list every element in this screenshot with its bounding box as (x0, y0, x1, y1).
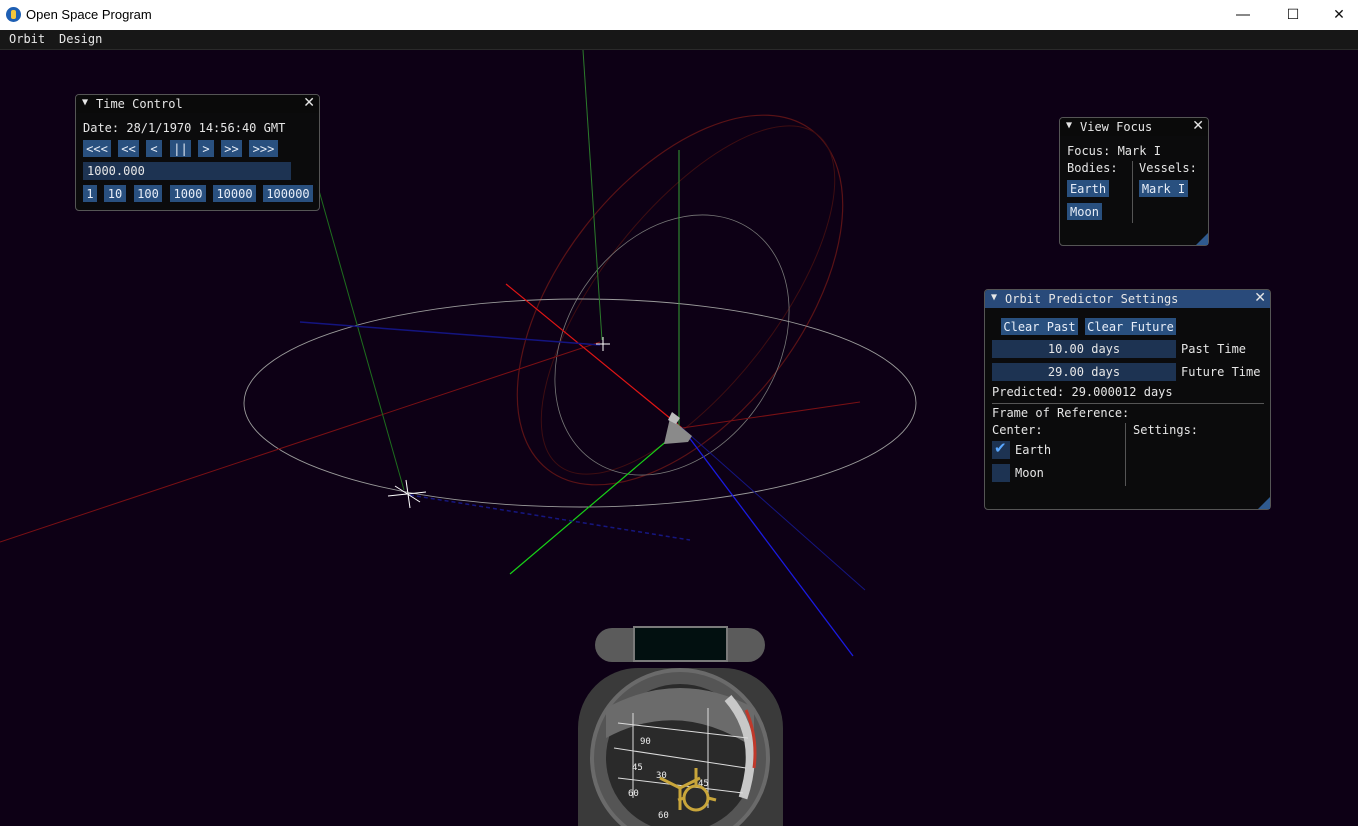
menu-orbit[interactable]: Orbit (9, 32, 45, 46)
collapse-arrow-icon[interactable]: ▼ (991, 292, 997, 303)
app-logo-icon (6, 7, 21, 22)
bodies-label: Bodies: (1067, 161, 1118, 175)
axis-z-blue (681, 427, 854, 657)
warp-preset-1-button[interactable]: 1 (83, 185, 97, 202)
close-icon[interactable]: ✕ (303, 95, 315, 111)
time-control-titlebar[interactable]: ▼ Time Control ✕ (76, 95, 319, 113)
separator (992, 403, 1264, 404)
menu-design[interactable]: Design (59, 32, 102, 46)
warp-preset-100000-button[interactable]: 100000 (263, 185, 313, 202)
axis-z-blue-front (409, 494, 691, 541)
minimize-icon: ― (1236, 7, 1250, 23)
body-earth-button[interactable]: Earth (1067, 180, 1109, 197)
center-label: Center: (992, 423, 1043, 437)
window-title: Open Space Program (26, 7, 152, 22)
menu-bar: Orbit Design (0, 30, 1358, 50)
fast-forward-max-button[interactable]: >>> (249, 140, 278, 157)
future-time-label: Future Time (1181, 365, 1261, 379)
future-time-input[interactable]: 29.00 days (992, 363, 1176, 381)
vessel-model (664, 418, 692, 444)
close-icon: ✕ (1333, 7, 1345, 23)
window-titlebar[interactable]: Open Space Program ― ☐ ✕ (0, 0, 1358, 30)
rewind-fast-button[interactable]: <<< (83, 140, 111, 157)
body-moon-button[interactable]: Moon (1067, 203, 1102, 220)
axis-z-blue-back (299, 321, 601, 346)
warp-preset-10-button[interactable]: 10 (104, 185, 126, 202)
warp-value-input[interactable]: 1000.000 (83, 162, 291, 180)
checkmark-icon: ✔ (994, 439, 1007, 457)
moon-marker (596, 337, 610, 351)
step-back-button[interactable]: < (146, 140, 162, 157)
view-focus-titlebar[interactable]: ▼ View Focus ✕ (1060, 118, 1208, 136)
close-window-button[interactable]: ✕ (1316, 0, 1358, 30)
clear-future-button[interactable]: Clear Future (1085, 318, 1176, 335)
center-earth-label: Earth (1015, 443, 1052, 457)
close-icon[interactable]: ✕ (1254, 290, 1266, 306)
navball-instrument: 90 45 30 60 45 60 30 (578, 626, 783, 826)
vessels-label: Vessels: (1139, 161, 1197, 175)
axis-x-red-far (0, 341, 601, 543)
clear-past-button[interactable]: Clear Past (1001, 318, 1078, 335)
axis-y-green-far (582, 50, 603, 341)
fast-forward-button[interactable]: >> (221, 140, 242, 157)
vessel-orbit-path (554, 214, 790, 476)
axis-y-green-side (315, 179, 405, 491)
moon-orbit-path (516, 114, 844, 486)
center-earth-checkbox[interactable]: ✔ (992, 439, 1010, 459)
resize-grip-icon[interactable] (1196, 233, 1208, 245)
past-time-input[interactable]: 10.00 days (992, 340, 1176, 358)
center-moon-label: Moon (1015, 466, 1044, 480)
center-moon-checkbox[interactable] (992, 464, 1010, 482)
resize-grip-icon[interactable] (1258, 497, 1270, 509)
navball-sphere: 90 45 30 60 45 60 30 (590, 668, 770, 826)
orbit-predictor-titlebar[interactable]: ▼ Orbit Predictor Settings ✕ (985, 290, 1270, 308)
column-divider (1125, 423, 1126, 486)
collapse-arrow-icon[interactable]: ▼ (82, 97, 88, 108)
warp-preset-1000-button[interactable]: 1000 (170, 185, 206, 202)
column-divider (1132, 161, 1133, 223)
earth-orbit-path (243, 298, 917, 508)
warp-preset-10000-button[interactable]: 10000 (213, 185, 256, 202)
frame-of-reference-label: Frame of Reference: (992, 406, 1130, 420)
past-time-label: Past Time (1181, 342, 1247, 356)
view-focus-panel[interactable]: ▼ View Focus ✕ Focus: Mark I Bodies: Ves… (1059, 117, 1209, 246)
axis-y-green-near (509, 427, 683, 575)
earth-marker (387, 479, 427, 509)
warp-preset-100-button[interactable]: 100 (134, 185, 162, 202)
step-forward-button[interactable]: > (198, 140, 214, 157)
close-icon[interactable]: ✕ (1192, 118, 1204, 134)
maximize-icon: ☐ (1286, 7, 1300, 23)
pause-button[interactable]: || (170, 140, 191, 157)
focus-readout: Focus: Mark I (1067, 144, 1161, 158)
navball-label-60b: 60 (658, 811, 669, 821)
maximize-button[interactable]: ☐ (1270, 0, 1316, 30)
rewind-button[interactable]: << (118, 140, 139, 157)
navball-label-60: 60 (628, 789, 639, 799)
predicted-readout: Predicted: 29.000012 days (992, 385, 1173, 399)
axis-x-red-short (681, 401, 861, 429)
date-readout: Date: 28/1/1970 14:56:40 GMT (83, 121, 286, 135)
axis-x-red (505, 283, 683, 429)
time-control-panel[interactable]: ▼ Time Control ✕ Date: 28/1/1970 14:56:4… (75, 94, 320, 211)
view-focus-title: View Focus (1080, 120, 1153, 134)
time-control-title: Time Control (96, 97, 183, 111)
vessel-mark-i-button[interactable]: Mark I (1139, 180, 1188, 197)
navball-label-90: 90 (640, 737, 651, 747)
orbit-predictor-panel[interactable]: ▼ Orbit Predictor Settings ✕ Clear Past … (984, 289, 1271, 510)
collapse-arrow-icon[interactable]: ▼ (1066, 120, 1072, 131)
minimize-button[interactable]: ― (1220, 0, 1266, 30)
orbit-predictor-title: Orbit Predictor Settings (1005, 292, 1179, 306)
axis-z-blue-far (681, 427, 866, 591)
settings-label: Settings: (1133, 423, 1199, 437)
navball-label-45: 45 (632, 763, 643, 773)
